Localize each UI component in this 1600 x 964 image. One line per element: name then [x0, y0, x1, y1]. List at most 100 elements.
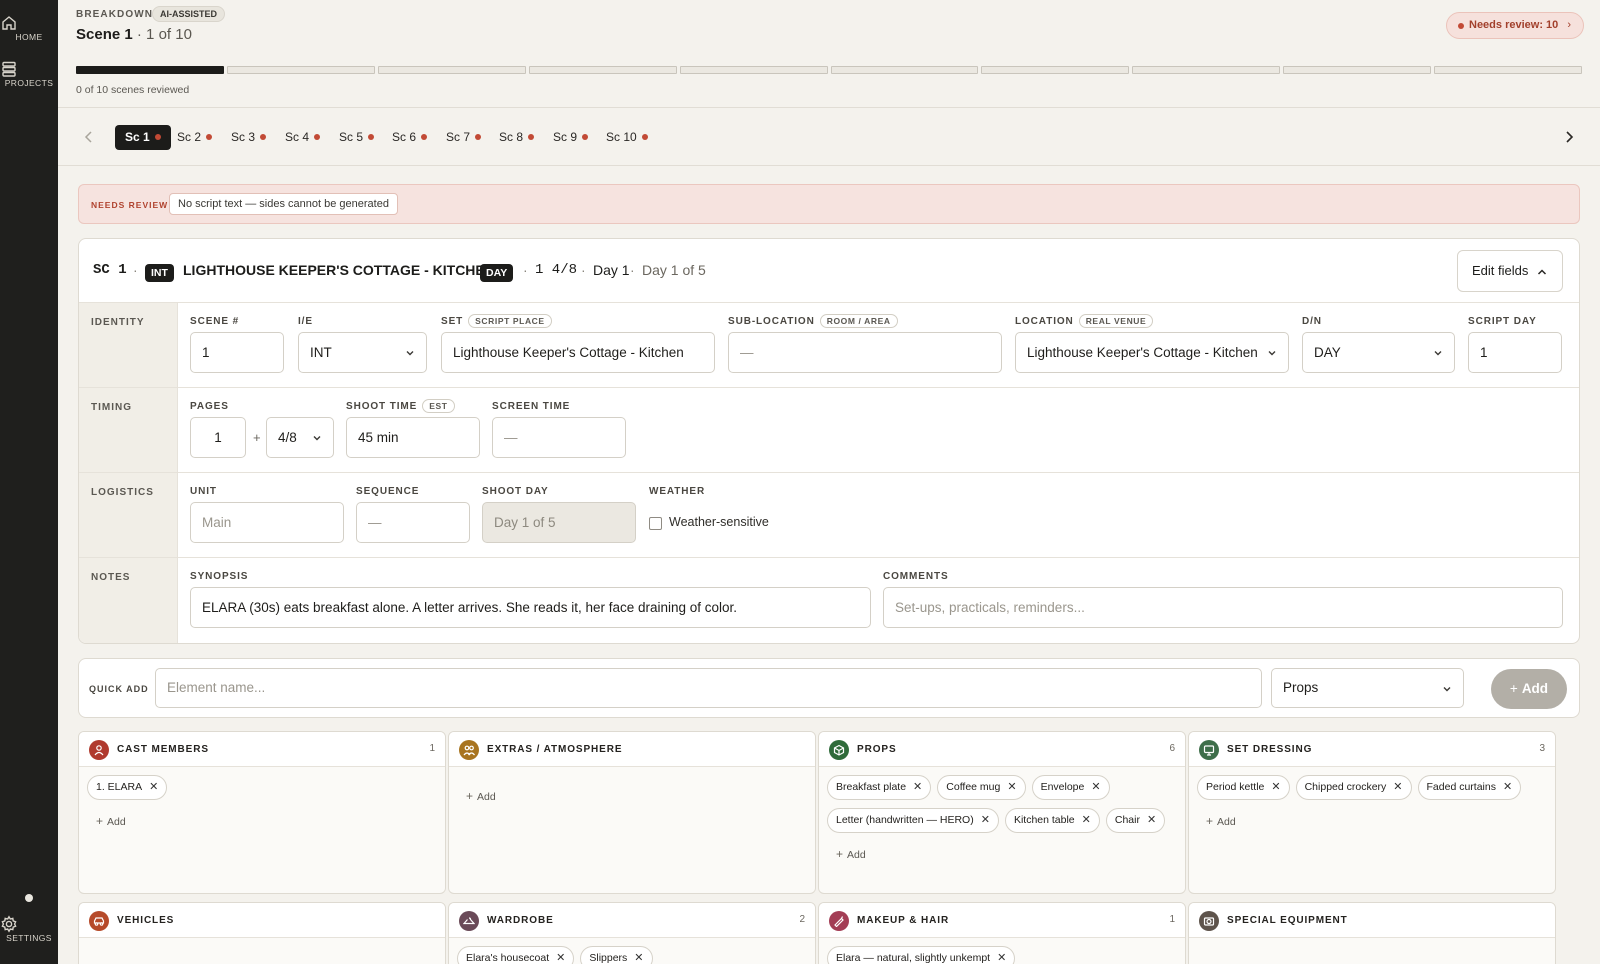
progress-segment	[679, 66, 828, 74]
tab-scene-8[interactable]: Sc 8	[489, 125, 544, 150]
category-title: MAKEUP & HAIR	[857, 915, 950, 926]
element-chip[interactable]: 1. ELARA ✕	[87, 775, 168, 800]
tab-scene-3[interactable]: Sc 3	[221, 125, 276, 150]
slug-separator: ·	[523, 262, 528, 278]
needs-review-banner: NEEDS REVIEW No script text — sides cann…	[78, 184, 1580, 224]
breadcrumb: BREAKDOWN	[76, 9, 154, 20]
pages-whole-input[interactable]: 1	[190, 417, 246, 458]
remove-icon[interactable]: ✕	[1007, 781, 1016, 793]
category-icon	[829, 740, 849, 760]
element-chip[interactable]: Envelope ✕	[1031, 775, 1110, 800]
slug-ie-badge: INT	[145, 264, 174, 282]
alert-message[interactable]: No script text — sides cannot be generat…	[169, 193, 398, 215]
element-chip[interactable]: Kitchen table ✕	[1004, 808, 1100, 833]
sublocation-label: SUB-LOCATION ROOM / AREA	[728, 314, 898, 328]
script-day-input[interactable]: 1	[1468, 332, 1562, 373]
remove-icon[interactable]: ✕	[913, 781, 922, 793]
add-element-button[interactable]: + Add	[466, 789, 815, 803]
remove-icon[interactable]: ✕	[1393, 781, 1402, 793]
category-header: VEHICLES	[79, 903, 445, 938]
tab-scene-6[interactable]: Sc 6	[382, 125, 437, 150]
add-element-button[interactable]: + Add	[96, 814, 445, 828]
remove-icon[interactable]: ✕	[1503, 781, 1512, 793]
screen-time-input[interactable]: —	[492, 417, 626, 458]
element-chip[interactable]: Letter (handwritten — HERO) ✕	[827, 808, 999, 833]
element-chip[interactable]: Slippers ✕	[580, 946, 653, 964]
identity-row: IDENTITY SCENE # 1 I/E INT SET SCRIPT PLA…	[79, 303, 1579, 388]
needs-review-dot	[368, 134, 375, 140]
next-scene-icon[interactable]	[1560, 128, 1578, 146]
quick-add-button[interactable]: + Add	[1491, 669, 1567, 709]
tab-scene-7[interactable]: Sc 7	[436, 125, 491, 150]
needs-review-button[interactable]: Needs review: 10 ›	[1446, 12, 1585, 39]
comments-input[interactable]: Set-ups, practicals, reminders...	[883, 587, 1563, 628]
element-chip[interactable]: Chipped crockery ✕	[1295, 775, 1412, 800]
element-chip[interactable]: Chair ✕	[1105, 808, 1166, 833]
set-tag: SCRIPT PLACE	[468, 314, 552, 328]
remove-icon[interactable]: ✕	[556, 952, 565, 964]
tab-scene-2[interactable]: Sc 2	[167, 125, 222, 150]
element-chip[interactable]: Breakfast plate ✕	[827, 775, 932, 800]
add-element-button[interactable]: + Add	[836, 847, 1185, 861]
remove-icon[interactable]: ✕	[634, 952, 643, 964]
category-select[interactable]: Props	[1271, 668, 1464, 708]
element-chip-label: Kitchen table	[1013, 814, 1075, 826]
tab-scene-10[interactable]: Sc 10	[596, 125, 658, 150]
nav-projects[interactable]: PROJECTS	[0, 60, 58, 88]
scene-number-label: SCENE #	[190, 316, 240, 327]
weather-sensitive-label[interactable]: Weather-sensitive	[669, 515, 769, 529]
element-chip[interactable]: Coffee mug ✕	[937, 775, 1026, 800]
category-count: 1	[1169, 914, 1175, 925]
remove-icon[interactable]: ✕	[149, 781, 158, 793]
scene-number-input[interactable]: 1	[190, 332, 284, 373]
category-count: 2	[799, 914, 805, 925]
nav-settings[interactable]: SETTINGS	[0, 915, 58, 943]
shoot-time-label: SHOOT TIME EST	[346, 399, 455, 413]
element-chip[interactable]: Faded curtains ✕	[1417, 775, 1522, 800]
remove-icon[interactable]: ✕	[1091, 781, 1100, 793]
prev-scene-icon[interactable]	[80, 128, 98, 146]
edit-fields-button[interactable]: Edit fields	[1457, 250, 1563, 292]
nav-settings-label: SETTINGS	[6, 933, 52, 943]
set-input[interactable]: Lighthouse Keeper's Cottage - Kitchen	[441, 332, 715, 373]
shoot-time-input[interactable]: 45 min	[346, 417, 480, 458]
pages-plus: +	[253, 430, 261, 445]
tab-scene-9[interactable]: Sc 9	[543, 125, 598, 150]
synopsis-label: SYNOPSIS	[190, 571, 249, 582]
tab-scene-5[interactable]: Sc 5	[329, 125, 384, 150]
needs-review-dot	[206, 134, 213, 140]
element-name-input[interactable]: Element name...	[155, 668, 1262, 708]
element-chip[interactable]: Elara — natural, slightly unkempt ✕	[827, 946, 1016, 964]
element-chip[interactable]: Elara's housecoat ✕	[457, 946, 575, 964]
chevron-down-icon	[1443, 687, 1451, 692]
remove-icon[interactable]: ✕	[997, 952, 1006, 964]
progress-label: 0 of 10 scenes reviewed	[76, 84, 190, 96]
sublocation-input[interactable]: —	[728, 332, 1002, 373]
category-header: SPECIAL EQUIPMENT	[1189, 903, 1555, 938]
element-chip-list: Elara — natural, slightly unkempt ✕	[819, 938, 1185, 964]
synopsis-input[interactable]: ELARA (30s) eats breakfast alone. A lett…	[190, 587, 871, 628]
category-header: PROPS 6	[819, 732, 1185, 767]
tab-scene-1[interactable]: Sc 1	[115, 125, 171, 150]
unit-input[interactable]: Main	[190, 502, 344, 543]
weather-sensitive-checkbox[interactable]	[649, 517, 662, 530]
remove-icon[interactable]: ✕	[1271, 781, 1280, 793]
ie-select[interactable]: INT	[298, 332, 427, 373]
slug-separator: ·	[133, 262, 138, 278]
element-chip[interactable]: Period kettle ✕	[1197, 775, 1290, 800]
remove-icon[interactable]: ✕	[1147, 814, 1156, 826]
sequence-input[interactable]: —	[356, 502, 470, 543]
category-count: 3	[1539, 743, 1545, 754]
add-element-button[interactable]: + Add	[1206, 814, 1555, 828]
notes-row: NOTES SYNOPSIS ELARA (30s) eats breakfas…	[79, 558, 1579, 643]
review-progress-bar	[76, 66, 1583, 74]
location-select[interactable]: Lighthouse Keeper's Cottage - Kitchen	[1015, 332, 1289, 373]
section-label-notes: NOTES	[79, 558, 178, 643]
tab-scene-4[interactable]: Sc 4	[275, 125, 330, 150]
dn-select[interactable]: DAY	[1302, 332, 1455, 373]
nav-home[interactable]: HOME	[0, 14, 58, 42]
remove-icon[interactable]: ✕	[1082, 814, 1091, 826]
remove-icon[interactable]: ✕	[981, 814, 990, 826]
pages-eighths-select[interactable]: 4/8	[266, 417, 334, 458]
tab-label: Sc 2	[177, 130, 202, 144]
